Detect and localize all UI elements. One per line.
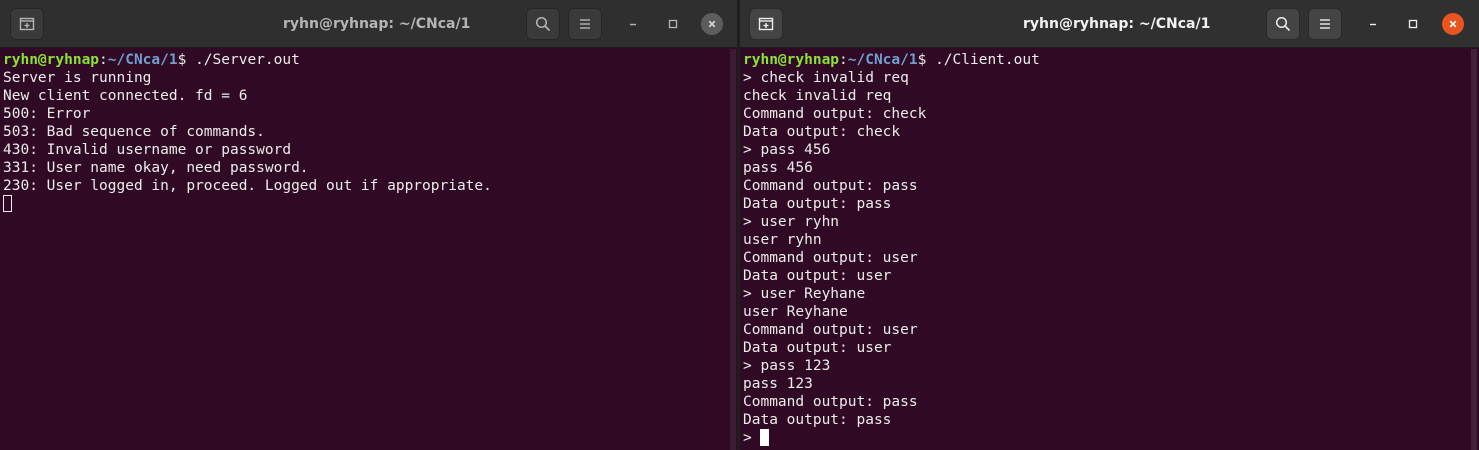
output-line: pass 456 — [743, 160, 813, 176]
new-tab-button[interactable] — [749, 8, 783, 40]
titlebar[interactable]: ryhn@ryhnap: ~/CNca/1 — [0, 0, 737, 48]
output-line: New client connected. fd = 6 — [3, 88, 248, 104]
server-terminal-window[interactable]: ryhn@ryhnap: ~/CNca/1 ryhn@ryhnap:~/CNca… — [0, 0, 737, 450]
close-button[interactable] — [1442, 13, 1464, 35]
prompt-path: ~/CNca/1 — [107, 52, 178, 68]
input-prompt: > — [743, 430, 761, 446]
output-line: Command output: check — [743, 106, 927, 122]
output-line: > user Reyhane — [743, 286, 866, 302]
output-line: user Reyhane — [743, 304, 848, 320]
hamburger-menu-icon — [1320, 19, 1330, 29]
output-line: check invalid req — [743, 88, 892, 104]
output-line: Data output: pass — [743, 196, 892, 212]
maximize-button[interactable] — [662, 13, 684, 35]
minimize-icon — [630, 23, 636, 26]
new-tab-button[interactable] — [10, 8, 44, 40]
output-line: > check invalid req — [743, 70, 909, 86]
output-line: 430: Invalid username or password — [3, 142, 292, 158]
minimize-button[interactable] — [1362, 13, 1384, 35]
output-line: Command output: user — [743, 250, 918, 266]
hamburger-menu-icon — [580, 19, 590, 29]
minimize-button[interactable] — [622, 13, 644, 35]
menu-button[interactable] — [568, 8, 602, 40]
maximize-icon — [1408, 19, 1418, 29]
minimize-icon — [1370, 23, 1376, 26]
output-line: Data output: user — [743, 268, 892, 284]
output-line: Data output: user — [743, 340, 892, 356]
prompt-colon: : — [99, 52, 108, 68]
search-icon — [1275, 16, 1291, 32]
output-line: Data output: check — [743, 124, 901, 140]
output-line: Command output: pass — [743, 178, 918, 194]
prompt-colon: : — [839, 52, 848, 68]
output-line: pass 123 — [743, 376, 813, 392]
terminal-cursor — [3, 195, 12, 212]
output-line: > user ryhn — [743, 214, 840, 230]
prompt-path: ~/CNca/1 — [847, 52, 918, 68]
menu-button[interactable] — [1308, 8, 1342, 40]
new-tab-icon — [19, 17, 35, 31]
prompt-user-host: ryhn@ryhnap — [743, 52, 840, 68]
desktop: ryhn@ryhnap: ~/CNca/1 ryhn@ryhnap:~/CNca… — [0, 0, 1479, 450]
terminal-cursor — [760, 429, 770, 446]
prompt-line: ryhn@ryhnap:~/CNca/1$ ./Client.out — [743, 51, 1479, 69]
output-line: > pass 456 — [743, 142, 831, 158]
close-button[interactable] — [701, 13, 723, 35]
output-line: 230: User logged in, proceed. Logged out… — [3, 178, 492, 194]
terminal-output[interactable]: ryhn@ryhnap:~/CNca/1$ ./Client.out > che… — [740, 51, 1479, 450]
new-tab-icon — [758, 17, 774, 31]
cursor-line[interactable] — [3, 195, 737, 213]
output-line: Data output: pass — [743, 412, 892, 428]
output-line: Command output: user — [743, 322, 918, 338]
scrollbar[interactable] — [1471, 49, 1477, 450]
output-line: 500: Error — [3, 106, 91, 122]
prompt-command: ./Server.out — [186, 52, 300, 68]
search-icon — [535, 16, 551, 32]
output-line: user ryhn — [743, 232, 822, 248]
input-line[interactable]: > — [743, 429, 1479, 447]
terminal-output[interactable]: ryhn@ryhnap:~/CNca/1$ ./Server.out Serve… — [0, 51, 737, 450]
client-terminal-window[interactable]: ryhn@ryhnap: ~/CNca/1 ryhn@ryhnap:~/CNca… — [740, 0, 1479, 450]
prompt-user-host: ryhn@ryhnap — [3, 52, 100, 68]
search-button[interactable] — [526, 8, 560, 40]
maximize-icon — [668, 19, 678, 29]
prompt-line: ryhn@ryhnap:~/CNca/1$ ./Server.out — [3, 51, 737, 69]
titlebar[interactable]: ryhn@ryhnap: ~/CNca/1 — [740, 0, 1479, 48]
output-line: Command output: pass — [743, 394, 918, 410]
window-title: ryhn@ryhnap: ~/CNca/1 — [1023, 16, 1211, 32]
close-icon — [708, 20, 716, 28]
close-icon — [1449, 20, 1457, 28]
maximize-button[interactable] — [1402, 13, 1424, 35]
output-line: Server is running — [3, 70, 152, 86]
output-line: > pass 123 — [743, 358, 831, 374]
prompt-command: ./Client.out — [926, 52, 1040, 68]
output-line: 503: Bad sequence of commands. — [3, 124, 265, 140]
scrollbar[interactable] — [730, 49, 736, 450]
window-title: ryhn@ryhnap: ~/CNca/1 — [283, 16, 471, 32]
output-line: 331: User name okay, need password. — [3, 160, 309, 176]
search-button[interactable] — [1266, 8, 1300, 40]
